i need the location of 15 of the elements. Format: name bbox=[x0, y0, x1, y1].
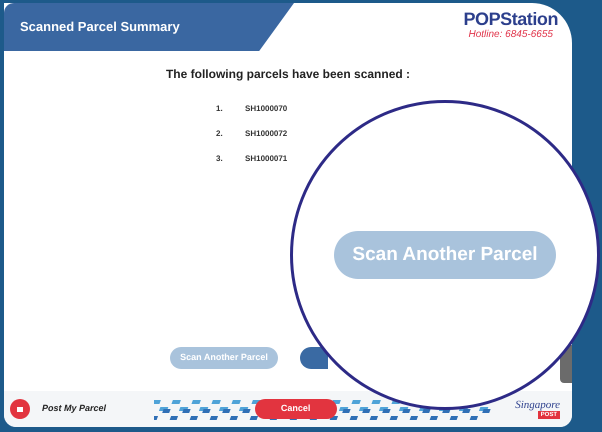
parcel-number: 2. bbox=[216, 128, 224, 140]
parcel-number: 1. bbox=[216, 103, 224, 115]
brand-name: Singapore bbox=[515, 400, 560, 410]
hotline-text: Hotline: 6845-6655 bbox=[468, 29, 553, 41]
parcel-code: SH1000072 bbox=[245, 128, 288, 140]
logo-text: POPStation bbox=[463, 9, 558, 29]
parcel-code: SH1000071 bbox=[245, 153, 288, 165]
header-title: Scanned Parcel Summary bbox=[20, 18, 180, 36]
summary-heading: The following parcels have been scanned : bbox=[166, 66, 410, 83]
parcel-icon bbox=[10, 399, 30, 419]
parcel-code: SH1000070 bbox=[245, 103, 288, 115]
parcel-number: 3. bbox=[216, 153, 224, 165]
cancel-button[interactable]: Cancel bbox=[254, 399, 337, 419]
action-button[interactable] bbox=[300, 347, 328, 369]
service-label: Post My Parcel bbox=[42, 402, 106, 416]
